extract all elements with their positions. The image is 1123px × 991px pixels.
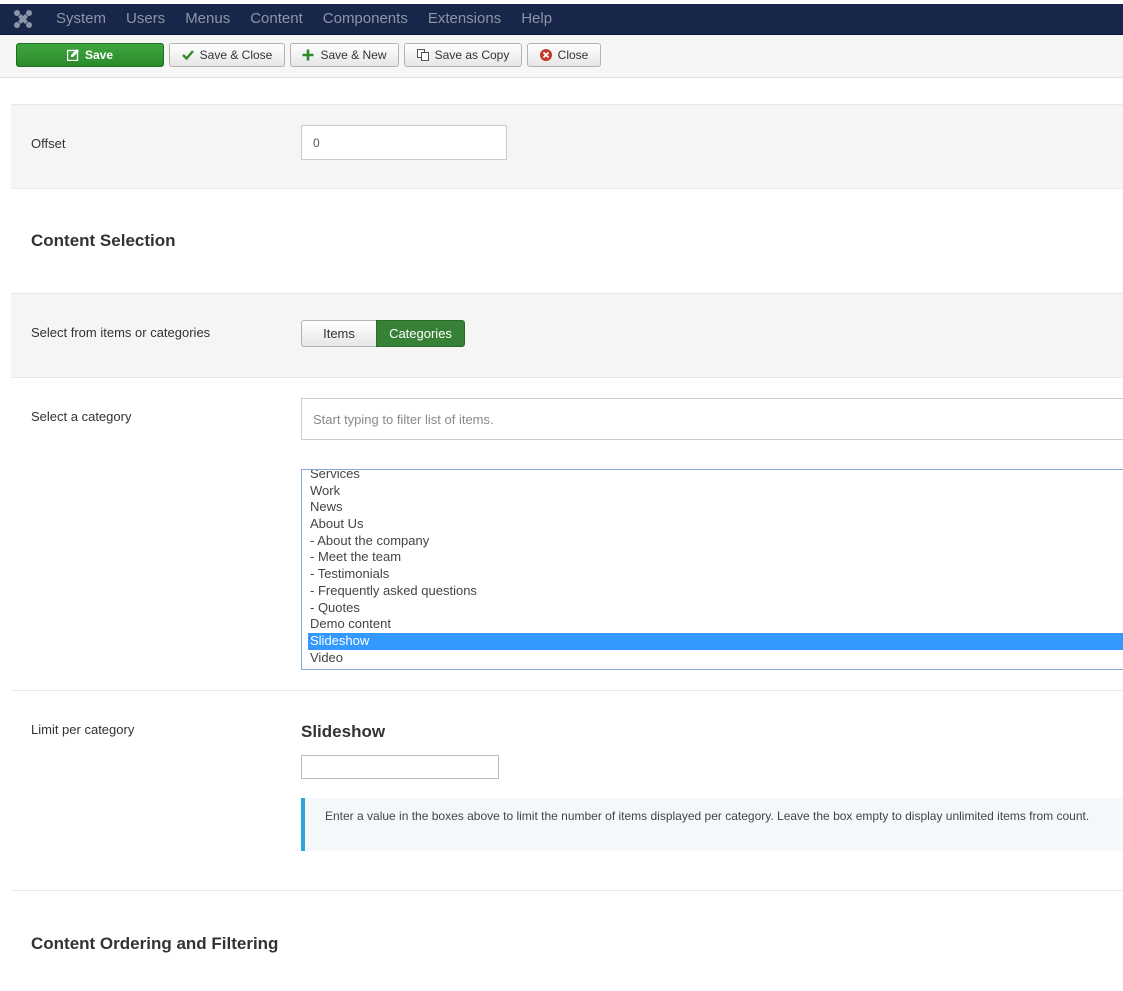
joomla-logo-icon[interactable]: [12, 8, 34, 30]
nav-item-menus[interactable]: Menus: [185, 4, 230, 34]
category-list: Services Work News About Us - About the …: [302, 470, 1123, 667]
select-from-label: Select from items or categories: [31, 325, 211, 340]
content-selection-heading: Content Selection: [31, 231, 176, 250]
nav-item-components[interactable]: Components: [323, 4, 408, 34]
limit-category-title: Slideshow: [301, 722, 386, 741]
select-from-toggle: Items Categories: [301, 320, 465, 347]
nav-menu: System Users Menus Content Components Ex…: [56, 4, 572, 34]
list-item[interactable]: Work: [302, 483, 1123, 500]
nav-item-users[interactable]: Users: [126, 4, 165, 34]
nav-item-help[interactable]: Help: [521, 4, 552, 34]
list-item[interactable]: - Testimonials: [302, 566, 1123, 583]
content-ordering-heading: Content Ordering and Filtering: [31, 934, 279, 953]
save-copy-label: Save as Copy: [434, 48, 510, 62]
edit-icon: [66, 49, 79, 61]
list-item[interactable]: Video: [302, 650, 1123, 667]
limit-help-text: Enter a value in the boxes above to limi…: [325, 809, 1090, 823]
category-filter-input[interactable]: [301, 398, 1123, 440]
list-item[interactable]: - Quotes: [302, 600, 1123, 617]
list-item[interactable]: About Us: [302, 516, 1123, 533]
nav-item-extensions[interactable]: Extensions: [428, 4, 501, 34]
copy-icon: [416, 49, 429, 61]
save-button[interactable]: Save: [16, 43, 164, 67]
close-button-label: Close: [557, 48, 589, 62]
list-item[interactable]: - About the company: [302, 533, 1123, 550]
limit-label: Limit per category: [31, 722, 135, 737]
divider: [11, 890, 1123, 891]
limit-input[interactable]: [301, 755, 499, 779]
list-item-selected[interactable]: Slideshow: [308, 632, 1123, 650]
offset-label: Offset: [31, 136, 66, 151]
checkmark-icon: [181, 50, 194, 61]
nav-item-system[interactable]: System: [56, 4, 106, 34]
plus-icon: [302, 49, 314, 61]
list-item[interactable]: Demo content: [302, 616, 1123, 633]
save-close-button[interactable]: Save & Close: [169, 43, 285, 67]
save-new-button[interactable]: Save & New: [290, 43, 399, 67]
admin-navbar: System Users Menus Content Components Ex…: [0, 4, 1123, 35]
list-item[interactable]: - Frequently asked questions: [302, 583, 1123, 600]
offset-input[interactable]: [301, 125, 507, 160]
divider: [11, 690, 1123, 691]
list-item[interactable]: News: [302, 499, 1123, 516]
nav-item-content[interactable]: Content: [250, 4, 303, 34]
select-category-label: Select a category: [31, 409, 132, 424]
list-item[interactable]: Services: [302, 470, 1123, 483]
toolbar: Save Save & Close Save & New Save as Cop…: [0, 35, 1123, 78]
save-new-label: Save & New: [320, 48, 387, 62]
save-button-label: Save: [84, 48, 114, 62]
list-item[interactable]: - Meet the team: [302, 549, 1123, 566]
toggle-items-button[interactable]: Items: [301, 320, 377, 347]
close-button[interactable]: Close: [527, 43, 601, 67]
category-listbox[interactable]: Services Work News About Us - About the …: [301, 469, 1123, 670]
close-circle-icon: [539, 49, 552, 61]
save-copy-button[interactable]: Save as Copy: [404, 43, 522, 67]
limit-help-box: Enter a value in the boxes above to limi…: [301, 798, 1123, 851]
toggle-categories-button[interactable]: Categories: [376, 320, 465, 347]
save-close-label: Save & Close: [199, 48, 273, 62]
offset-row: [11, 104, 1123, 189]
